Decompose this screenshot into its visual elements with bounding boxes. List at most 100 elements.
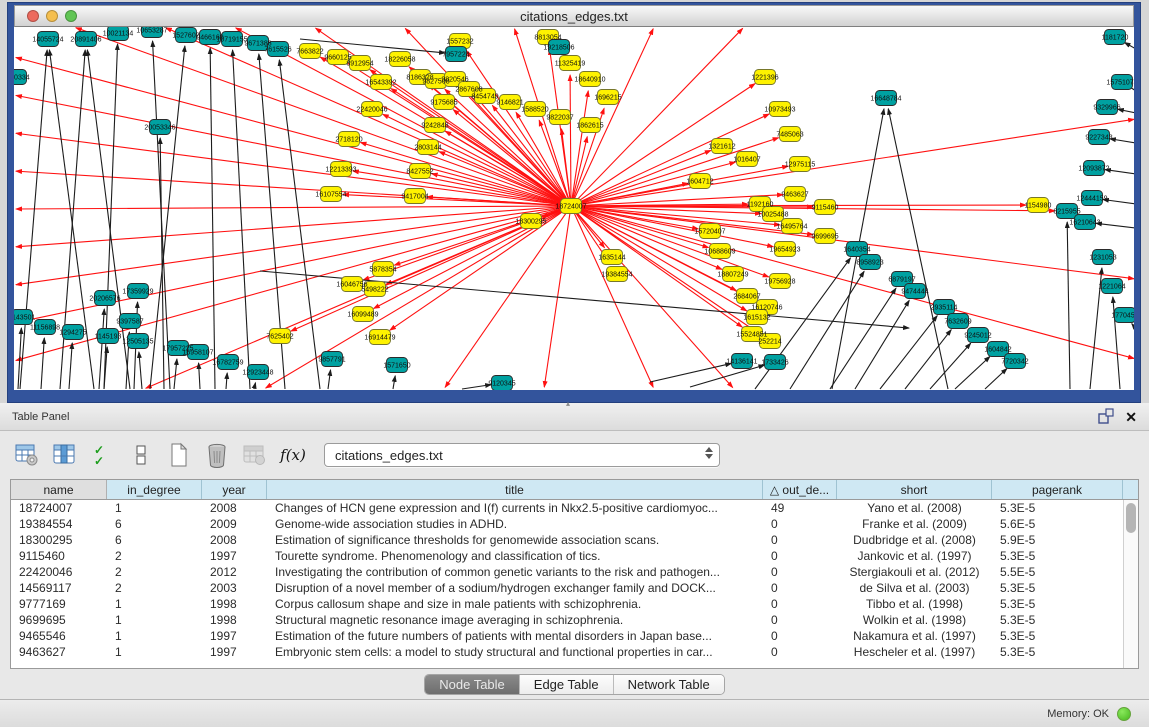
graph-edge: [462, 385, 491, 389]
zoom-window-button[interactable]: [65, 10, 77, 22]
graph-node-label: 9857791: [318, 357, 345, 364]
graph-node-label: 16120746: [751, 305, 782, 312]
table-row[interactable]: 2242004622012Investigating the contribut…: [11, 564, 1138, 580]
graph-node-label: 1588520: [521, 107, 548, 114]
table-row[interactable]: 969969511998Structural magnetic resonanc…: [11, 612, 1138, 628]
table-panel-title: Table Panel: [12, 411, 70, 423]
table-cell: de Silva et al. (2003): [837, 580, 992, 596]
table-row[interactable]: 946554611997Estimation of the future num…: [11, 628, 1138, 644]
table-cell: Tourette syndrome. Phenomenology and cla…: [267, 548, 763, 564]
column-header-1[interactable]: in_degree: [107, 480, 202, 499]
table-cell: Dudbridge et al. (2008): [837, 532, 992, 548]
table-cell: 0: [763, 644, 837, 660]
column-header-3[interactable]: title: [267, 480, 763, 499]
graph-node-label: 18226058: [384, 57, 415, 64]
table-row[interactable]: 1830029562008Estimation of significance …: [11, 532, 1138, 548]
table-cell: Changes of HCN gene expression and I(f) …: [267, 500, 763, 516]
column-header-4[interactable]: △ out_de...: [763, 480, 837, 499]
graph-edge: [99, 309, 104, 389]
graph-node-label: 19218506: [543, 45, 574, 52]
graph-node-label: 7485063: [776, 132, 803, 139]
graph-node-label: 12923448: [242, 370, 273, 377]
table-row[interactable]: 911546021997Tourette syndrome. Phenomeno…: [11, 548, 1138, 564]
network-canvas[interactable]: 1872400714055724208914061002113410653287…: [14, 27, 1134, 390]
graph-node-label: 2803144: [414, 145, 441, 152]
table-cell: 0: [763, 612, 837, 628]
graph-edge: [139, 352, 142, 389]
table-row[interactable]: 1456911722003Disruption of a novel membe…: [11, 580, 1138, 596]
split-pane-grip[interactable]: ▴: [566, 399, 570, 408]
network-graph[interactable]: 1872400714055724208914061002113410653287…: [14, 27, 1134, 390]
float-panel-icon[interactable]: [1098, 408, 1115, 425]
table-cell: 2008: [202, 500, 267, 516]
graph-node-label: 1696215: [594, 95, 621, 102]
network-window-titlebar[interactable]: citations_edges.txt: [14, 5, 1134, 27]
table-row[interactable]: 1872400712008Changes of HCN gene express…: [11, 500, 1138, 516]
table-row[interactable]: 977716911998Corpus callosum shape and si…: [11, 596, 1138, 612]
graph-node-label: 1557232: [446, 39, 473, 46]
select-all-check-icon[interactable]: ✓✓: [90, 442, 116, 468]
column-header-2[interactable]: year: [202, 480, 267, 499]
graph-node-label: 10025488: [757, 212, 788, 219]
graph-node-label: 9115460: [812, 205, 839, 212]
graph-node-label: 1145193: [95, 334, 122, 341]
column-header-5[interactable]: short: [837, 480, 992, 499]
delete-table-icon[interactable]: [242, 442, 268, 468]
column-header-0[interactable]: name: [11, 480, 107, 499]
graph-node-label: 9699695: [811, 234, 838, 241]
table-cell: Stergiakouli et al. (2012): [837, 564, 992, 580]
graph-node-label: 14136141: [726, 359, 757, 366]
graph-edge: [955, 356, 990, 389]
graph-edge: [16, 206, 571, 285]
tab-edge-table[interactable]: Edge Table: [520, 675, 614, 694]
graph-node-label: 19756928: [764, 279, 795, 286]
table-cell: 5.3E-5: [992, 628, 1123, 644]
graph-node-label: 9417004: [401, 194, 428, 201]
table-vertical-scrollbar[interactable]: [1123, 500, 1138, 668]
select-column-icon[interactable]: [52, 442, 78, 468]
graph-node-label: 9329966: [1093, 105, 1120, 112]
table-cell: 49: [763, 500, 837, 516]
table-header-row: namein_degreeyeartitle△ out_de...shortpa…: [11, 480, 1138, 500]
deselect-rows-icon[interactable]: [128, 442, 154, 468]
delete-column-icon[interactable]: [204, 442, 230, 468]
graph-node-label: 12505135: [122, 339, 153, 346]
table-row[interactable]: 946362711997Embryonic stem cells: a mode…: [11, 644, 1138, 660]
graph-edge: [570, 75, 571, 206]
minimize-window-button[interactable]: [46, 10, 58, 22]
close-window-button[interactable]: [27, 10, 39, 22]
tab-network-table[interactable]: Network Table: [614, 675, 724, 694]
table-cell: 18724007: [11, 500, 107, 516]
table-cell: Yano et al. (2008): [837, 500, 992, 516]
graph-edge: [233, 50, 250, 389]
new-column-icon[interactable]: [166, 442, 192, 468]
graph-node-label: 12444159: [1076, 196, 1107, 203]
table-cell: Wolkin et al. (1998): [837, 612, 992, 628]
graph-node-label: 15524851: [736, 332, 767, 339]
graph-node-label: 1321612: [708, 144, 735, 151]
column-header-6[interactable]: pagerank: [992, 480, 1123, 499]
table-selector-value: citations_edges.txt: [335, 448, 443, 463]
svg-text:✓: ✓: [94, 454, 104, 467]
table-row[interactable]: 1938455462009Genome-wide association stu…: [11, 516, 1138, 532]
graph-node-label: 15751074: [1106, 80, 1134, 87]
table-panel: ▴ Table Panel ✕ ✓✓: [0, 403, 1149, 699]
graph-node-label: 6879197: [888, 277, 915, 284]
close-panel-icon[interactable]: ✕: [1125, 409, 1137, 425]
graph-node-label: 1640354: [843, 247, 870, 254]
graph-node-label: 9242848: [421, 123, 448, 130]
table-cell: 9777169: [11, 596, 107, 612]
table-selector-dropdown[interactable]: citations_edges.txt: [324, 443, 720, 467]
table-cell: 5.3E-5: [992, 596, 1123, 612]
graph-edge: [226, 373, 227, 389]
tab-node-table[interactable]: Node Table: [425, 675, 520, 694]
graph-node-label: 9463627: [781, 192, 808, 199]
table-settings-icon[interactable]: [14, 442, 40, 468]
scrollbar-thumb[interactable]: [1126, 503, 1136, 533]
graph-node-label: 16958107: [182, 350, 213, 357]
function-builder-icon[interactable]: f(x): [280, 442, 306, 468]
graph-node-label: 5878354: [369, 267, 396, 274]
graph-node-label: 7663822: [296, 49, 323, 56]
graph-node-label: 18724007: [555, 204, 586, 211]
table-cell: 5.3E-5: [992, 644, 1123, 660]
